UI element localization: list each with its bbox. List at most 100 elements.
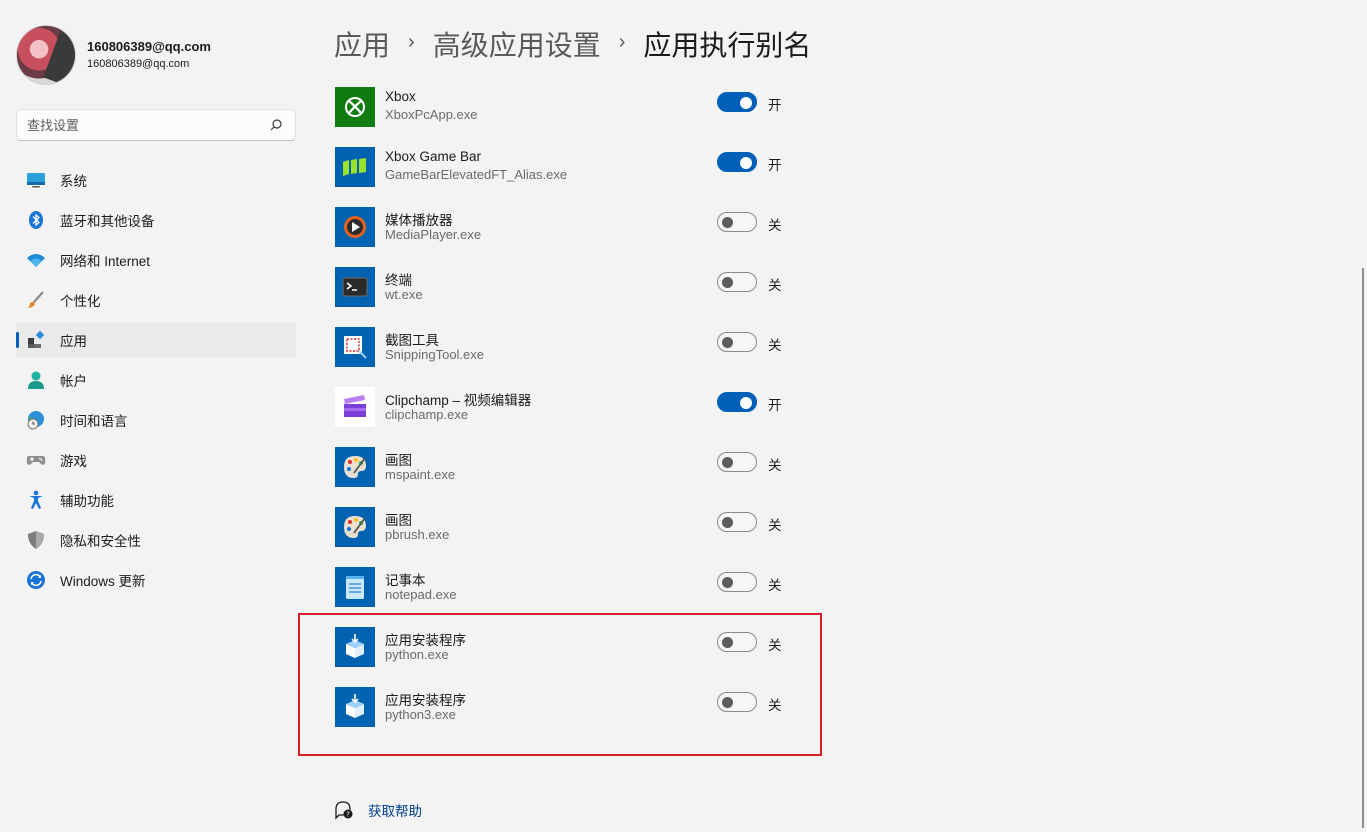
- highlight-box: [298, 613, 822, 756]
- profile-text: 160806389@qq.com 160806389@qq.com: [87, 38, 211, 72]
- alias-toggle[interactable]: [717, 92, 757, 112]
- alias-row: 画图 mspaint.exe 关: [334, 441, 804, 501]
- alias-row: Xbox XboxPcApp.exe 开: [334, 81, 804, 141]
- toggle-knob: [722, 216, 733, 228]
- paint-icon: [335, 507, 375, 547]
- notepad-icon: [335, 567, 375, 607]
- svg-text:?: ?: [346, 811, 350, 819]
- toggle-knob: [740, 157, 752, 169]
- breadcrumb-separator: ›: [618, 30, 626, 53]
- alias-toggle[interactable]: [717, 392, 757, 412]
- sidebar-item-label: 隐私和安全性: [60, 534, 141, 549]
- alias-toggle[interactable]: [717, 212, 757, 232]
- toggle-knob: [722, 456, 733, 468]
- snipping-tool-icon: [335, 327, 375, 367]
- alias-row: 记事本 notepad.exe 关: [334, 561, 804, 621]
- nav-list: 系统 蓝牙和其他设备 网络和 Internet 个性化 应用 帐户 时间和语言 …: [16, 162, 296, 602]
- breadcrumb-separator: ›: [408, 30, 415, 53]
- breadcrumb: 应用 › 高级应用设置 › 应用执行别名: [334, 24, 811, 64]
- toggle-state-label: 关: [768, 338, 782, 353]
- app-exe: SnippingTool.exe: [385, 347, 485, 362]
- alias-toggle[interactable]: [717, 452, 757, 472]
- alias-row: 画图 pbrush.exe 关: [334, 501, 804, 561]
- apps-icon: [28, 330, 45, 348]
- app-name: 画图: [385, 513, 412, 528]
- toggle-knob: [722, 576, 733, 588]
- sidebar-item-label: 应用: [60, 334, 87, 349]
- app-name: Xbox: [385, 89, 416, 104]
- shield-icon: [28, 531, 44, 549]
- monitor-icon: [27, 173, 45, 188]
- app-name: 终端: [385, 273, 412, 288]
- sidebar-item-accounts[interactable]: 帐户: [16, 362, 296, 398]
- app-exe: wt.exe: [385, 287, 423, 302]
- toggle-state-label: 关: [768, 458, 782, 473]
- toggle-state-label: 开: [768, 98, 782, 113]
- terminal-icon: [335, 267, 375, 307]
- bluetooth-icon: [29, 211, 43, 229]
- sidebar-item-label: 时间和语言: [60, 414, 128, 429]
- help-icon: ?: [335, 801, 353, 820]
- breadcrumb-advanced-app-settings[interactable]: 高级应用设置: [433, 24, 601, 64]
- toggle-state-label: 关: [768, 578, 782, 593]
- sidebar-item-accessibility[interactable]: 辅助功能: [16, 482, 296, 518]
- user-profile[interactable]: 160806389@qq.com 160806389@qq.com: [16, 25, 211, 85]
- app-name: 记事本: [385, 573, 426, 588]
- sidebar-item-gaming[interactable]: 游戏: [16, 442, 296, 478]
- sidebar-item-label: 辅助功能: [60, 494, 114, 509]
- sidebar-item-windows-update[interactable]: Windows 更新: [16, 562, 296, 598]
- alias-row: 终端 wt.exe 关: [334, 261, 804, 321]
- toggle-state-label: 开: [768, 158, 782, 173]
- breadcrumb-apps[interactable]: 应用: [334, 24, 390, 64]
- search-box[interactable]: [16, 109, 296, 141]
- sidebar-item-label: 网络和 Internet: [60, 254, 151, 269]
- sidebar-item-system[interactable]: 系统: [16, 162, 296, 198]
- sidebar-item-personalization[interactable]: 个性化: [16, 282, 296, 318]
- app-name: 媒体播放器: [385, 213, 453, 228]
- profile-email: 160806389@qq.com: [87, 58, 190, 70]
- toggle-knob: [722, 276, 733, 288]
- wifi-icon: [27, 254, 45, 267]
- profile-name: 160806389@qq.com: [87, 39, 211, 54]
- app-exe: mspaint.exe: [385, 467, 456, 482]
- clipchamp-icon: [335, 387, 375, 427]
- sidebar-item-apps[interactable]: 应用: [16, 322, 296, 358]
- sidebar-item-label: 蓝牙和其他设备: [60, 214, 155, 229]
- search-input[interactable]: [17, 110, 257, 140]
- alias-toggle[interactable]: [717, 272, 757, 292]
- sidebar-item-network[interactable]: 网络和 Internet: [16, 242, 296, 278]
- scrollbar[interactable]: [1362, 268, 1364, 828]
- get-help-label: 获取帮助: [368, 804, 422, 819]
- app-name: 截图工具: [385, 333, 439, 348]
- alias-toggle[interactable]: [717, 512, 757, 532]
- gamepad-icon: [26, 456, 46, 465]
- sidebar-item-privacy[interactable]: 隐私和安全性: [16, 522, 296, 558]
- paint-icon: [335, 447, 375, 487]
- get-help-link[interactable]: ? 获取帮助: [334, 800, 422, 820]
- alias-toggle[interactable]: [717, 152, 757, 172]
- toggle-state-label: 开: [768, 398, 782, 413]
- alias-toggle[interactable]: [717, 332, 757, 352]
- toggle-state-label: 关: [768, 218, 782, 233]
- globe-clock-icon: [27, 411, 44, 430]
- sidebar-item-label: 个性化: [60, 294, 101, 309]
- app-exe: pbrush.exe: [385, 527, 450, 542]
- sidebar: 160806389@qq.com 160806389@qq.com 系统 蓝牙和…: [0, 0, 310, 832]
- avatar[interactable]: [16, 25, 76, 85]
- app-exe: MediaPlayer.exe: [385, 227, 482, 242]
- sidebar-item-label: Windows 更新: [60, 574, 146, 589]
- toggle-knob: [740, 97, 752, 109]
- app-name: 画图: [385, 453, 412, 468]
- media-player-icon: [335, 207, 375, 247]
- sidebar-item-time-language[interactable]: 时间和语言: [16, 402, 296, 438]
- app-exe: XboxPcApp.exe: [385, 107, 478, 122]
- toggle-knob: [722, 336, 733, 348]
- sidebar-item-bluetooth[interactable]: 蓝牙和其他设备: [16, 202, 296, 238]
- search-icon[interactable]: [269, 118, 283, 132]
- alias-row: 截图工具 SnippingTool.exe 关: [334, 321, 804, 381]
- toggle-knob: [722, 516, 733, 528]
- paintbrush-icon: [28, 291, 44, 308]
- alias-toggle[interactable]: [717, 572, 757, 592]
- toggle-knob: [740, 397, 752, 409]
- alias-row: Xbox Game Bar GameBarElevatedFT_Alias.ex…: [334, 141, 804, 201]
